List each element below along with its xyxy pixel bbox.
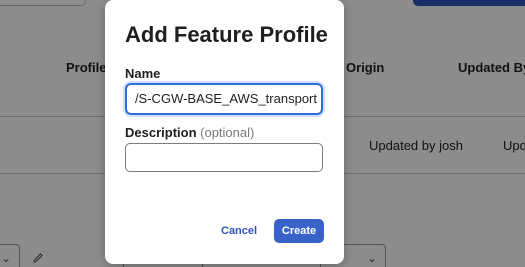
create-button[interactable]: Create: [274, 219, 324, 243]
name-input-value: /S-CGW-BASE_AWS_transport: [134, 91, 317, 106]
description-input[interactable]: [125, 143, 323, 172]
description-label: Description (optional): [125, 125, 254, 140]
name-label: Name: [125, 66, 161, 81]
add-feature-profile-dialog: Add Feature Profile Name /S-CGW-BASE_AWS…: [105, 0, 344, 264]
cancel-button[interactable]: Cancel: [215, 220, 263, 242]
optional-hint: (optional): [200, 125, 255, 140]
description-label-text: Description: [125, 125, 197, 140]
dialog-title: Add Feature Profile: [125, 22, 328, 47]
name-input[interactable]: /S-CGW-BASE_AWS_transport: [125, 83, 323, 115]
